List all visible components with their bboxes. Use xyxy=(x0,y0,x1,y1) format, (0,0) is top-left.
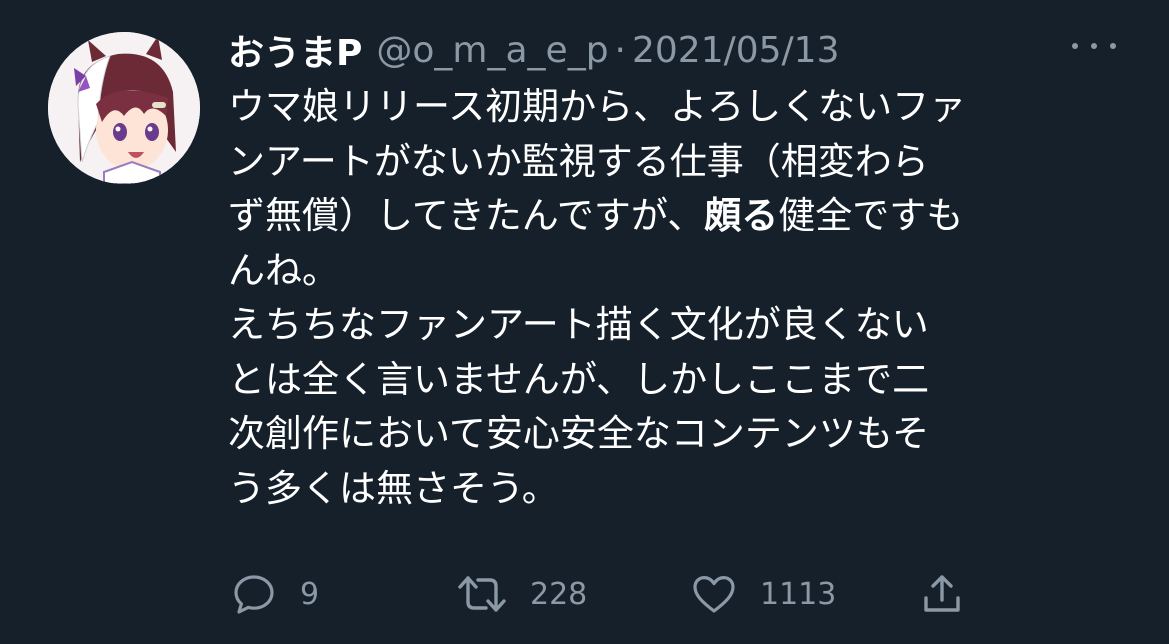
like-button[interactable]: 1113 xyxy=(690,566,836,622)
more-options-button[interactable] xyxy=(1072,36,1116,56)
tweet-text-line: ず無償）してきたんですが、頗る健全ですも xyxy=(228,189,1128,244)
share-icon xyxy=(924,575,960,612)
tweet-text-line: う多くは無さそう。 xyxy=(228,462,1128,517)
text-segment: ウマ娘リリース初期から、よろしくないファ xyxy=(228,85,967,128)
text-segment: ンアートがないか監視する仕事（相変わら xyxy=(228,139,929,183)
tweet-text-line: んね。 xyxy=(228,244,1128,299)
reply-button[interactable]: 9 xyxy=(230,566,319,622)
text-segment: ず無償）してきたんですが、 xyxy=(228,194,705,237)
heart-icon xyxy=(693,576,735,613)
tweet-text-line: 次創作において安心安全なコンテンツもそ xyxy=(228,407,1128,462)
tweet-text-line: ンアートがないか監視する仕事（相変わら xyxy=(228,135,1128,190)
avatar[interactable] xyxy=(48,32,200,184)
tweet: おうまP @o_m_a_e_p · 2021/05/13 ウマ娘リリース初期から… xyxy=(0,0,1169,644)
reply-icon xyxy=(234,575,274,614)
text-segment: えちちなファンアート描く文化が良くない xyxy=(228,303,929,346)
display-name[interactable]: おうまP xyxy=(228,24,362,76)
action-bar: 9 228 1113 xyxy=(228,566,988,622)
retweet-count: 228 xyxy=(530,576,588,612)
tweet-header: おうまP @o_m_a_e_p · 2021/05/13 xyxy=(228,24,840,76)
text-segment: う多くは無さそう。 xyxy=(228,466,559,510)
tweet-text: ウマ娘リリース初期から、よろしくないファ ンアートがないか監視する仕事（相変わら… xyxy=(228,80,1128,516)
tweet-text-line: ウマ娘リリース初期から、よろしくないファ xyxy=(228,80,1128,135)
retweet-icon xyxy=(458,576,506,612)
text-segment: 健全ですも xyxy=(778,194,964,237)
more-options-icon-dot xyxy=(1091,43,1097,49)
share-button[interactable] xyxy=(918,566,966,622)
avatar-image xyxy=(48,32,200,184)
tweet-date[interactable]: 2021/05/13 xyxy=(632,30,840,71)
more-options-icon-dot xyxy=(1072,43,1078,49)
user-handle[interactable]: @o_m_a_e_p xyxy=(376,30,608,71)
text-segment: んね。 xyxy=(228,248,339,292)
tweet-text-line: とは全く言いませんが、しかしここまで二 xyxy=(228,353,1128,408)
tweet-text-line: えちちなファンアート描く文化が良くない xyxy=(228,298,1128,353)
retweet-button[interactable]: 228 xyxy=(456,566,587,622)
more-options-icon-dot xyxy=(1110,43,1116,49)
separator-dot: · xyxy=(614,29,626,71)
text-segment: とは全く言いませんが、しかしここまで二 xyxy=(228,357,930,401)
reply-count: 9 xyxy=(300,576,320,612)
like-count: 1113 xyxy=(760,576,837,612)
bold-text-segment: 頗る xyxy=(704,194,779,237)
text-segment: 次創作において安心安全なコンテンツもそ xyxy=(228,412,930,455)
